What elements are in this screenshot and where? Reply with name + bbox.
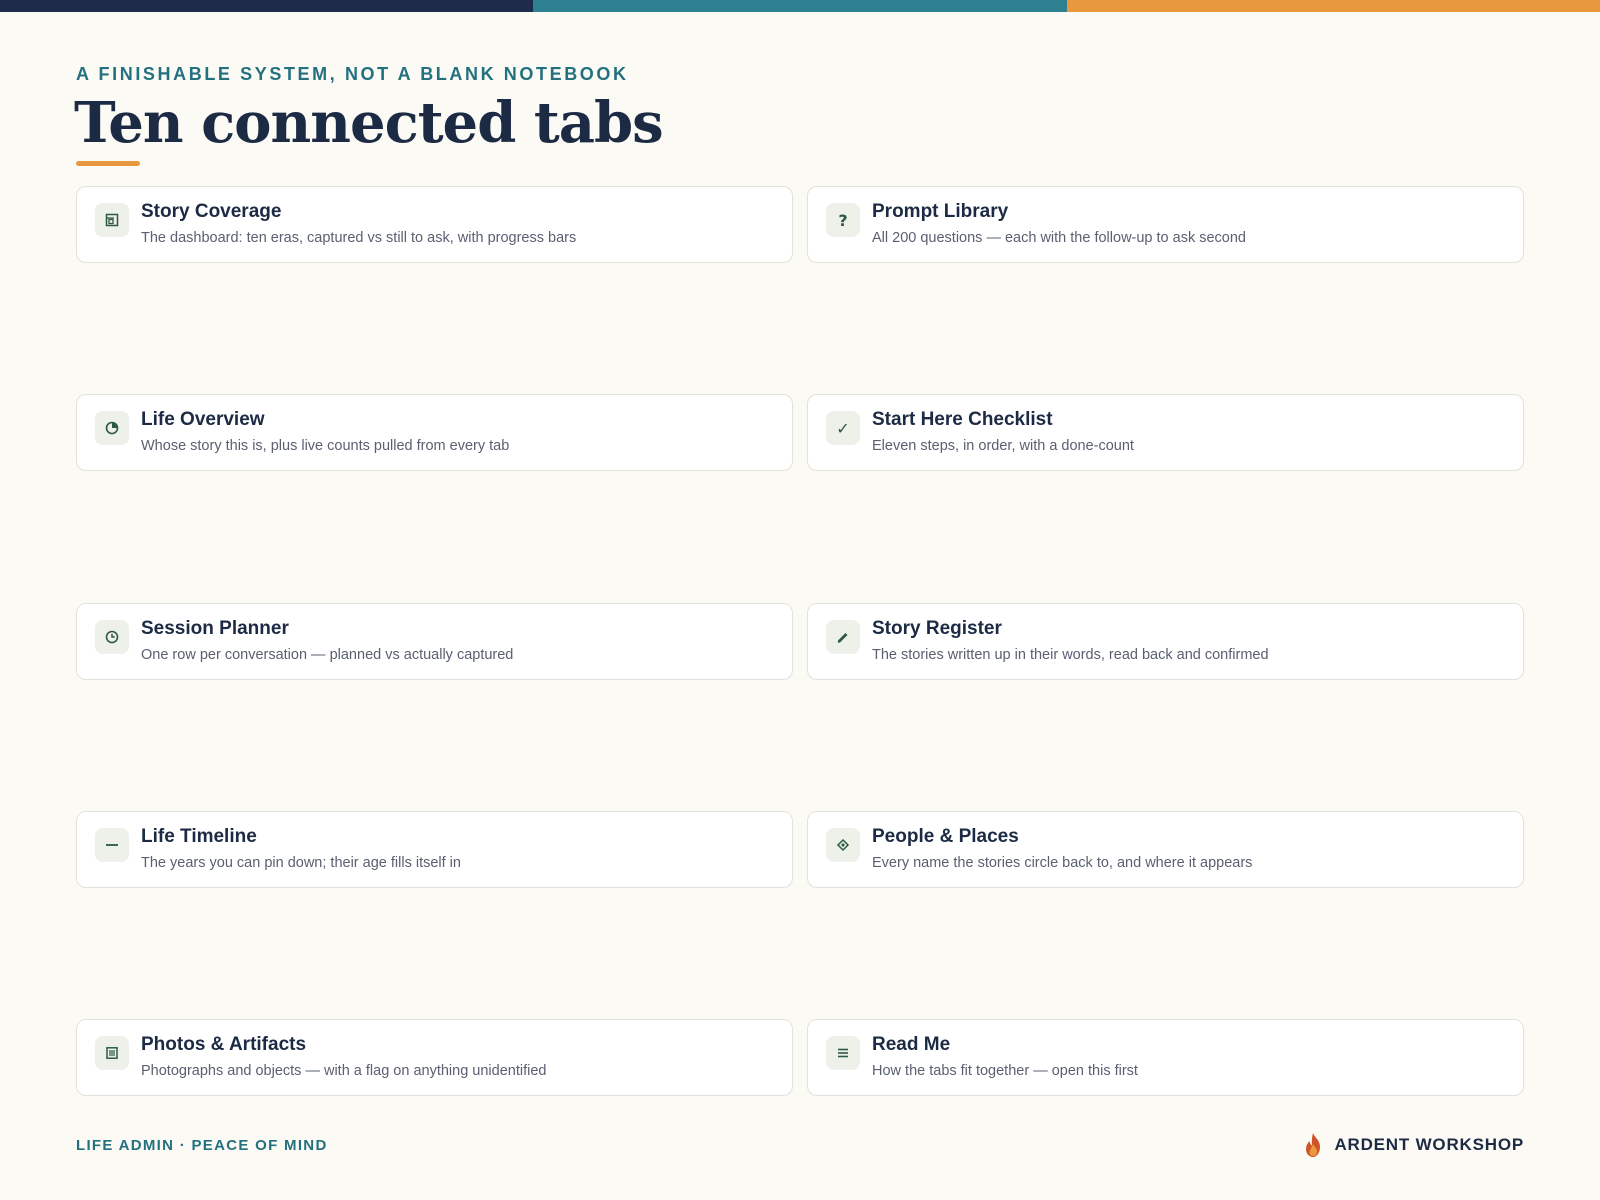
tab-card-title: People & Places (872, 826, 1019, 847)
dashboard-icon (95, 203, 129, 237)
title-underline (76, 161, 140, 166)
check-icon: ✓ (826, 411, 860, 445)
tab-card-title: Story Register (872, 618, 1002, 639)
tab-card-title: Prompt Library (872, 201, 1009, 222)
tab-card-title: Session Planner (141, 618, 289, 639)
tab-card-life-timeline[interactable]: Life Timeline The years you can pin down… (76, 811, 793, 888)
tab-card-people-and-places[interactable]: People & Places Every name the stories c… (807, 811, 1524, 888)
tab-card-session-planner[interactable]: Session Planner One row per conversation… (76, 603, 793, 680)
tab-card-title: Photos & Artifacts (141, 1034, 307, 1055)
pie-icon (95, 411, 129, 445)
page-title: Ten connected tabs (74, 90, 664, 156)
question-icon: ? (826, 203, 860, 237)
tab-card-description: How the tabs fit together — open this fi… (872, 1063, 1138, 1079)
photo-icon (95, 1036, 129, 1070)
tab-card-title: Start Here Checklist (872, 409, 1053, 430)
top-color-bar (0, 0, 1600, 12)
clock-icon (95, 620, 129, 654)
tab-card-description: The years you can pin down; their age fi… (141, 855, 461, 871)
tab-card-description: One row per conversation — planned vs ac… (141, 647, 514, 663)
tab-card-start-here-checklist[interactable]: ✓ Start Here Checklist Eleven steps, in … (807, 394, 1524, 471)
tab-card-description: Every name the stories circle back to, a… (872, 855, 1253, 871)
tab-card-description: The dashboard: ten eras, captured vs sti… (141, 230, 577, 246)
tab-card-photos-and-artifacts[interactable]: Photos & Artifacts Photographs and objec… (76, 1019, 793, 1096)
tab-card-description: Eleven steps, in order, with a done-coun… (872, 438, 1134, 454)
brand-lockup: ARDENT WORKSHOP (1302, 1132, 1524, 1158)
top-bar-orange-segment (1066, 0, 1600, 12)
top-bar-navy-segment (0, 0, 534, 12)
tab-card-description: Whose story this is, plus live counts pu… (141, 438, 510, 454)
timeline-icon (95, 828, 129, 862)
menu-icon (826, 1036, 860, 1070)
top-bar-teal-segment (533, 0, 1067, 12)
brand-name: ARDENT WORKSHOP (1334, 1135, 1524, 1154)
tab-card-title: Life Overview (141, 409, 265, 430)
tab-card-title: Read Me (872, 1034, 951, 1055)
tab-card-description: All 200 questions — each with the follow… (872, 230, 1246, 246)
tab-card-title: Life Timeline (141, 826, 257, 847)
tab-card-title: Story Coverage (141, 201, 282, 222)
tab-card-story-coverage[interactable]: Story Coverage The dashboard: ten eras, … (76, 186, 793, 263)
tab-card-story-register[interactable]: Story Register The stories written up in… (807, 603, 1524, 680)
tab-card-life-overview[interactable]: Life Overview Whose story this is, plus … (76, 394, 793, 471)
tab-card-read-me[interactable]: Read Me How the tabs fit together — open… (807, 1019, 1524, 1096)
flame-logo-icon (1306, 1133, 1321, 1157)
eyebrow-text: A FINISHABLE SYSTEM, NOT A BLANK NOTEBOO… (76, 64, 629, 84)
tab-card-description: Photographs and objects — with a flag on… (141, 1063, 547, 1079)
pen-icon (826, 620, 860, 654)
diamond-icon (826, 828, 860, 862)
tab-card-description: The stories written up in their words, r… (872, 647, 1269, 663)
footer-tagline: LIFE ADMIN · PEACE OF MIND (76, 1137, 328, 1154)
tab-card-prompt-library[interactable]: ? Prompt Library All 200 questions — eac… (807, 186, 1524, 263)
